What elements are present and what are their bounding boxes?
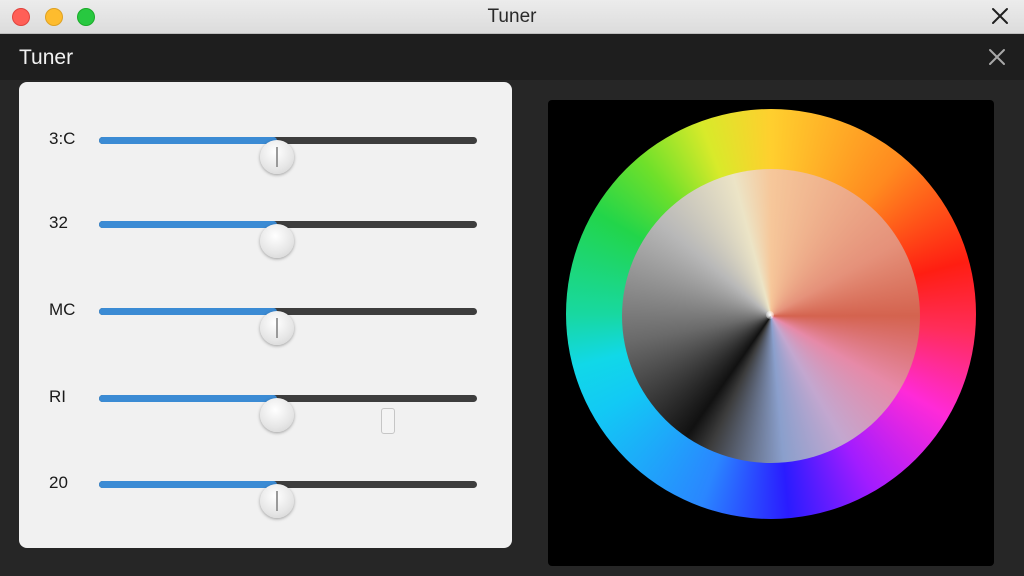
slider-row: RI <box>19 378 512 434</box>
slider-track[interactable] <box>99 221 477 258</box>
slider-row: 3:C <box>19 120 512 174</box>
slider-thumb[interactable] <box>259 398 294 432</box>
slider-track[interactable] <box>99 137 477 174</box>
slider-track[interactable] <box>99 308 477 345</box>
slider-fill <box>99 481 277 488</box>
close-icon[interactable] <box>988 48 1006 66</box>
slider-fill <box>99 395 277 402</box>
slider-row: 32 <box>19 204 512 258</box>
slider-thumb[interactable] <box>259 311 294 345</box>
app-title: Tuner <box>19 46 74 69</box>
slider-fill <box>99 221 277 228</box>
slider-thumb[interactable] <box>259 224 294 258</box>
slider-thumb[interactable] <box>259 484 294 518</box>
slider-label: MC <box>49 300 76 319</box>
slider-panel: 3:C 32 MC RI 20 <box>19 82 512 548</box>
slider-label: 3:C <box>49 129 76 148</box>
app-window: Tuner 3:C 32 MC RI 20 <box>0 34 1024 576</box>
slider-track[interactable] <box>99 481 477 518</box>
slider-label: 20 <box>49 473 68 492</box>
close-icon[interactable] <box>990 6 1010 26</box>
window-title: Tuner <box>487 6 537 27</box>
app-header: Tuner <box>0 34 1024 80</box>
slider-fill <box>99 137 277 144</box>
slider-label: 32 <box>49 213 68 232</box>
slider-label: RI <box>49 387 66 406</box>
window-titlebar: Tuner <box>0 0 1024 34</box>
slider-row: MC <box>19 291 512 345</box>
slider-row: 20 <box>19 464 512 518</box>
wheel-center-point <box>766 311 774 319</box>
color-wheel-panel <box>548 100 994 566</box>
slider-thumb[interactable] <box>259 140 294 174</box>
slider-fill <box>99 308 277 315</box>
slider-track[interactable] <box>99 395 477 432</box>
slider-marker-handle[interactable] <box>381 408 395 434</box>
